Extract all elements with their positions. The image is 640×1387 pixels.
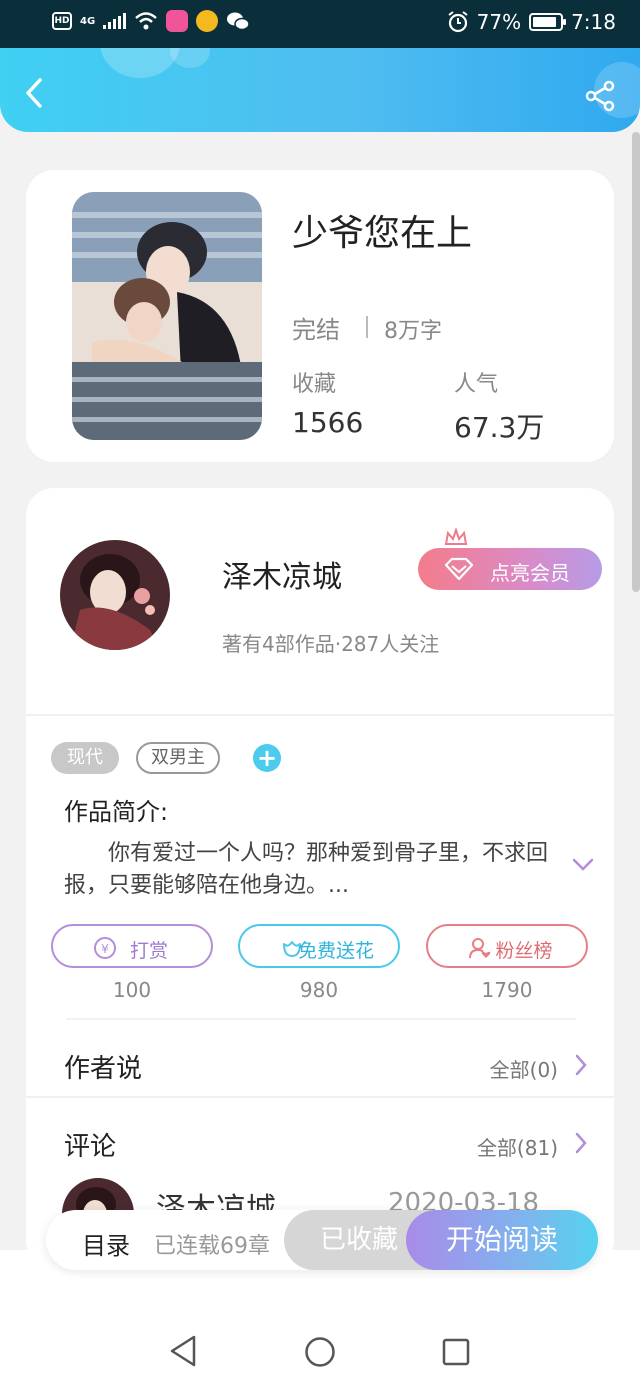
send-flower-label: 免费送花 (297, 940, 374, 962)
nav-recent-apps-icon[interactable] (442, 1338, 470, 1366)
fans-rank-button[interactable]: 粉丝榜 (426, 924, 588, 968)
favorites-value: 1566 (292, 406, 364, 439)
serial-status: 已连载69章 (154, 1234, 270, 1259)
comments-all-link[interactable]: 全部(81) (477, 1132, 558, 1161)
divider (66, 1018, 576, 1020)
network-type: 4G (80, 15, 96, 27)
book-word-count: 8万字 (384, 319, 442, 344)
book-cover[interactable] (72, 192, 262, 440)
popularity-label: 人气 (454, 372, 499, 397)
book-info-card: 少爷您在上 完结 8万字 收藏 1566 人气 67.3万 (26, 170, 614, 462)
author-avatar[interactable] (60, 540, 170, 650)
author-says-all-link[interactable]: 全部(0) (490, 1054, 558, 1083)
battery-percent: 77% (476, 10, 522, 34)
status-left: HD 4G (52, 10, 250, 32)
intro-title: 作品简介: (64, 798, 169, 826)
fans-count: 1790 (481, 978, 533, 1002)
diamond-icon (444, 557, 474, 581)
vip-button-label: 点亮会员 (490, 561, 570, 585)
top-header (0, 48, 640, 132)
author-says-title: 作者说 (64, 1054, 143, 1084)
clock: 7:18 (571, 10, 616, 34)
wifi-icon (135, 12, 158, 30)
tip-count: 100 (112, 978, 152, 1002)
status-bar: HD 4G 77% 7:18 (0, 0, 640, 48)
decor-bubble (170, 48, 210, 68)
chevron-right-icon[interactable] (574, 1132, 588, 1154)
wechat-icon (227, 12, 250, 31)
app-notification-icon (166, 10, 189, 32)
send-flower-button[interactable]: 免费送花 (238, 924, 400, 968)
chevron-down-icon[interactable] (572, 858, 594, 872)
favorites-label: 收藏 (292, 372, 337, 397)
tag-modern[interactable]: 现代 (51, 742, 119, 774)
alarm-icon (448, 11, 468, 33)
author-name[interactable]: 泽木凉城 (222, 552, 342, 596)
book-status: 完结 (292, 316, 340, 344)
vip-button[interactable]: 点亮会员 (418, 548, 602, 590)
signal-icon (103, 13, 127, 29)
nav-back-icon[interactable] (168, 1334, 198, 1368)
status-right: 77% 7:18 (447, 10, 616, 34)
chevron-right-icon[interactable] (574, 1054, 588, 1076)
intro-text: 你有爱过一个人吗？那种爱到骨子里，不求回报，只要能够陪在他身边。... (64, 841, 549, 898)
nav-home-icon[interactable] (304, 1336, 336, 1368)
coin-app-icon (196, 10, 219, 32)
table-of-contents-button[interactable]: 目录 (82, 1226, 130, 1261)
tag-double-male[interactable]: 双男主 (136, 742, 220, 774)
divider (26, 714, 614, 716)
battery-icon (529, 13, 567, 31)
start-reading-button[interactable]: 开始阅读 (406, 1210, 598, 1270)
tip-button-label: 打赏 (129, 940, 168, 962)
divider (26, 1096, 614, 1098)
hd-icon: HD (52, 12, 72, 30)
divider (366, 316, 368, 338)
share-button[interactable] (584, 80, 616, 112)
comments-title: 评论 (64, 1132, 117, 1162)
popularity-value: 67.3万 (454, 411, 545, 444)
detail-card: 泽木凉城 点亮会员 著有4部作品·287人关注 现代 双男主 + 作品简介: 你… (26, 488, 614, 1268)
bottom-action-bar: 目录 已连载69章 已收藏 开始阅读 (46, 1210, 598, 1270)
book-title: 少爷您在上 (292, 213, 473, 254)
back-button[interactable] (18, 76, 52, 110)
fans-rank-label: 粉丝榜 (495, 940, 553, 962)
add-tag-button[interactable]: + (253, 744, 281, 772)
flower-count: 980 (299, 978, 339, 1002)
scrollbar[interactable] (632, 132, 640, 592)
crown-icon (444, 528, 468, 545)
tip-button[interactable]: ¥ 打赏 (51, 924, 213, 968)
decor-bubble (100, 48, 180, 78)
author-meta: 著有4部作品·287人关注 (222, 632, 440, 656)
